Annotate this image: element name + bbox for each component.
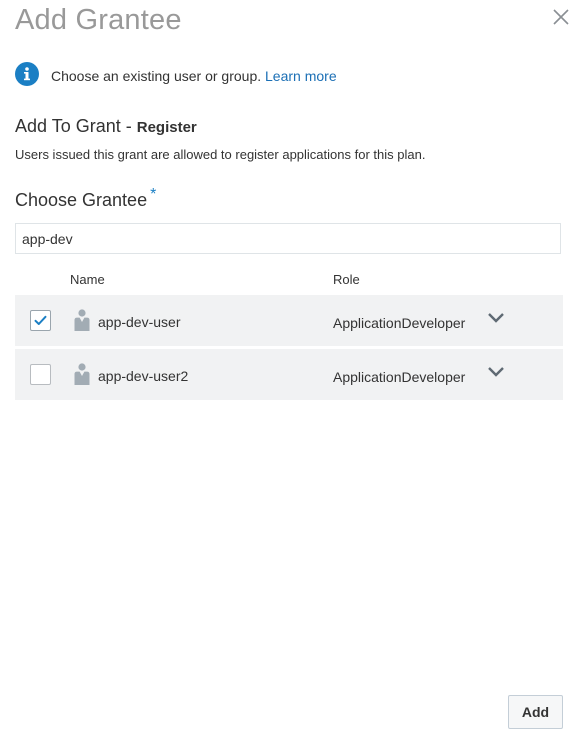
- row-checkbox[interactable]: [30, 364, 51, 385]
- table-row[interactable]: app-dev-user ApplicationDeveloper: [15, 295, 563, 346]
- choose-grantee-label: Choose Grantee *: [15, 186, 156, 211]
- learn-more-link[interactable]: Learn more: [265, 68, 337, 84]
- user-icon: [74, 309, 90, 331]
- user-role: ApplicationDeveloper: [333, 315, 466, 331]
- user-name: app-dev-user2: [98, 368, 189, 384]
- table-row[interactable]: app-dev-user2 ApplicationDeveloper: [15, 349, 563, 400]
- checkmark-icon: [34, 315, 47, 325]
- grant-heading-prefix: Add To Grant -: [15, 116, 132, 136]
- info-text: Choose an existing user or group.: [51, 68, 262, 84]
- chevron-down-icon[interactable]: [487, 366, 505, 378]
- close-icon: [553, 9, 569, 25]
- user-icon: [74, 363, 90, 385]
- info-message: Choose an existing user or group. Learn …: [15, 61, 337, 87]
- close-button[interactable]: [550, 6, 572, 28]
- required-asterisk: *: [150, 186, 157, 203]
- choose-grantee-text: Choose Grantee: [15, 190, 148, 210]
- row-checkbox[interactable]: [30, 310, 51, 331]
- grant-name: Register: [136, 119, 197, 136]
- info-text-wrap: Choose an existing user or group. Learn …: [51, 68, 337, 84]
- grant-heading: Add To Grant - Register: [15, 116, 197, 137]
- grant-description: Users issued this grant are allowed to r…: [15, 147, 426, 162]
- info-icon: [15, 62, 39, 86]
- dialog-title: Add Grantee: [15, 4, 182, 36]
- add-button[interactable]: Add: [508, 695, 563, 729]
- column-header-role: Role: [333, 272, 360, 287]
- chevron-down-icon[interactable]: [487, 312, 505, 324]
- user-role: ApplicationDeveloper: [333, 369, 466, 385]
- column-header-name: Name: [70, 272, 105, 287]
- user-name: app-dev-user: [98, 314, 181, 330]
- grantee-search-input[interactable]: [15, 223, 561, 254]
